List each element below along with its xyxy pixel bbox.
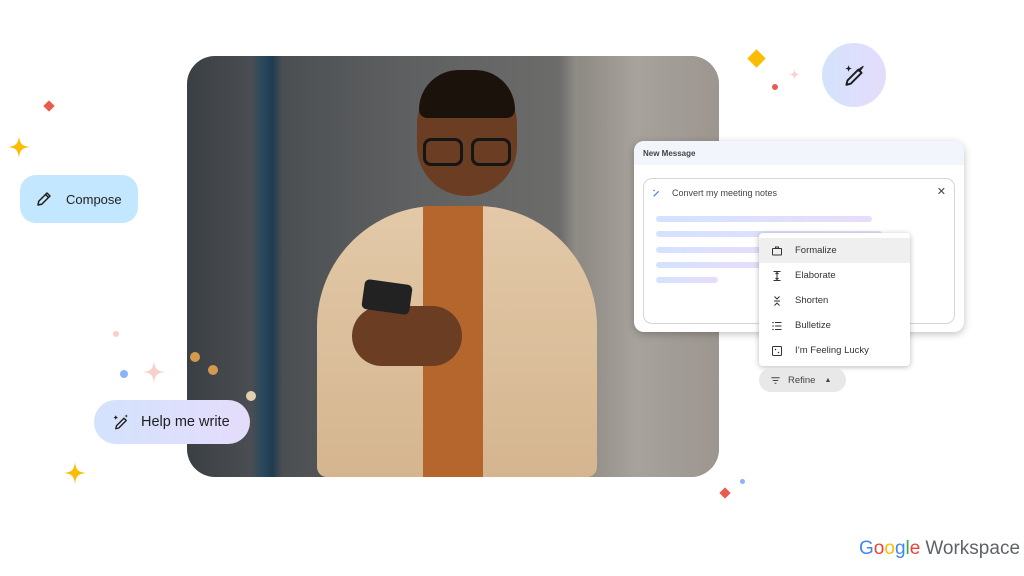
menu-item-label: Shorten: [795, 295, 829, 306]
text-placeholder-line: [656, 277, 718, 283]
magic-pen-button[interactable]: [822, 43, 886, 107]
filter-icon: [771, 376, 780, 384]
text-placeholder-line: [656, 216, 872, 222]
menu-item-label: Elaborate: [795, 270, 836, 281]
refine-menu: Formalize Elaborate Shorten Bulletize I’…: [759, 233, 910, 366]
text-placeholder-line: [656, 247, 766, 253]
bokeh-light: [190, 352, 200, 362]
glasses: [423, 138, 513, 166]
google-letter: e: [909, 538, 921, 559]
menu-item-shorten[interactable]: Shorten: [759, 288, 910, 313]
magic-pen-icon: [845, 65, 864, 86]
pink-sparkle-icon: [789, 69, 800, 80]
dice-icon: [772, 345, 782, 356]
hair: [419, 70, 515, 118]
yellow-diamond-decoration: [747, 49, 766, 68]
workspace-wordmark: Workspace: [925, 538, 1021, 559]
red-dot-decoration: [772, 84, 778, 90]
pink-dot-decoration: [113, 331, 119, 337]
blue-dot-decoration: [740, 479, 745, 484]
yellow-sparkle-icon: [8, 136, 30, 158]
menu-item-elaborate[interactable]: Elaborate: [759, 263, 910, 288]
menu-item-bulletize[interactable]: Bulletize: [759, 313, 910, 338]
google-wordmark: Google: [859, 538, 920, 560]
red-diamond-decoration: [719, 487, 731, 499]
help-me-write-button[interactable]: Help me write: [94, 400, 250, 444]
yellow-sparkle-icon: [64, 462, 86, 484]
google-letter: g: [894, 538, 906, 559]
refine-label: Refine: [788, 374, 816, 386]
magic-pen-icon: [652, 189, 660, 197]
dialog-title: New Message: [634, 141, 964, 165]
google-letter: o: [884, 538, 895, 559]
blue-dot-decoration: [120, 370, 128, 378]
menu-item-label: Bulletize: [795, 320, 831, 331]
close-icon[interactable]: ✕: [937, 185, 946, 198]
google-workspace-logo: Google Workspace: [859, 538, 1020, 560]
bokeh-light: [208, 365, 218, 375]
phone: [361, 278, 413, 316]
bulleted-list-icon: [772, 321, 782, 330]
collapse-vertical-icon: [774, 295, 780, 306]
compose-button[interactable]: Compose: [20, 175, 138, 223]
expand-vertical-icon: [773, 270, 781, 281]
pink-sparkle-icon: [143, 361, 165, 383]
bokeh-light: [246, 391, 256, 401]
hands: [352, 306, 462, 366]
google-letter: o: [873, 538, 885, 559]
menu-item-formalize[interactable]: Formalize: [759, 238, 910, 263]
briefcase-icon: [772, 246, 782, 255]
menu-item-label: Formalize: [795, 245, 837, 256]
compose-label: Compose: [66, 191, 122, 207]
text-placeholder-line: [656, 262, 766, 268]
menu-item-label: I’m Feeling Lucky: [795, 345, 869, 356]
magic-pen-icon: [113, 414, 128, 430]
refine-button[interactable]: Refine ▲: [759, 368, 846, 392]
red-diamond-decoration: [43, 100, 55, 112]
google-letter: G: [859, 538, 874, 559]
prompt-text: Convert my meeting notes: [672, 188, 778, 198]
caret-up-icon: ▲: [824, 376, 832, 384]
menu-item-feeling-lucky[interactable]: I’m Feeling Lucky: [759, 338, 910, 363]
help-me-write-label: Help me write: [141, 414, 230, 430]
pencil-icon: [37, 192, 51, 206]
